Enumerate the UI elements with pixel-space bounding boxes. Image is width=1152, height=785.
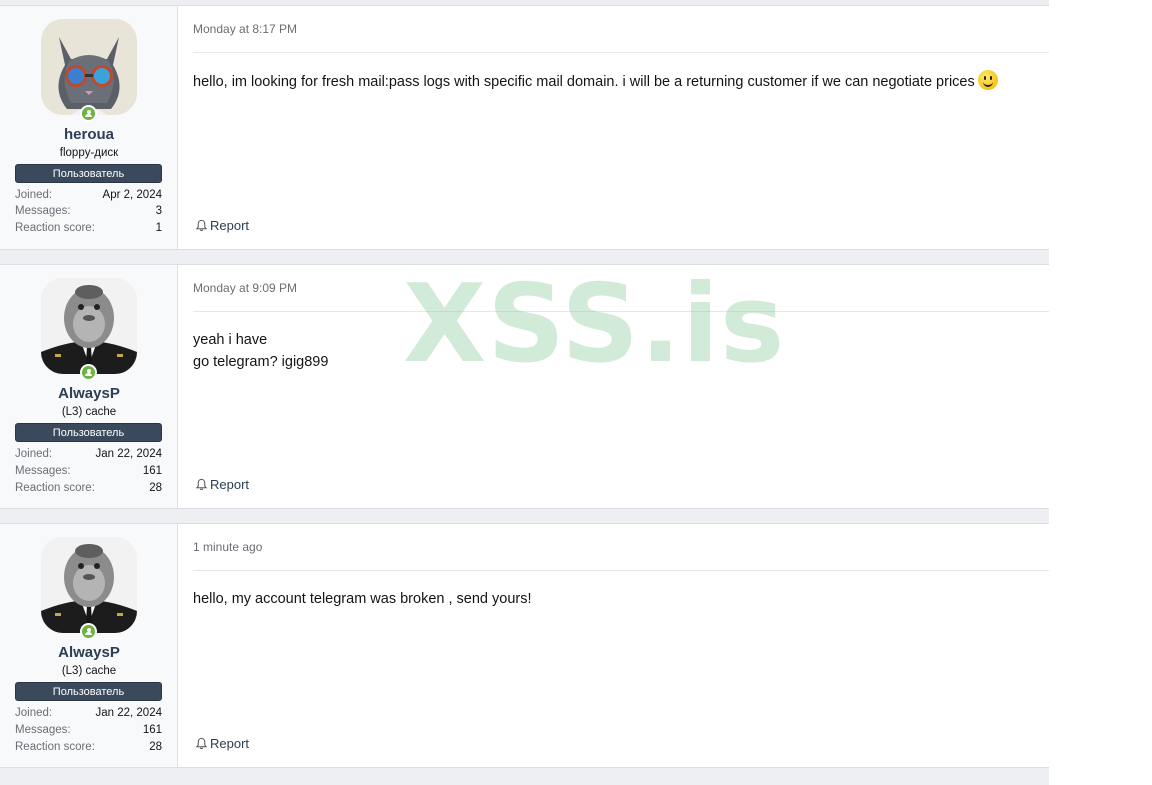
stat-joined: Joined: Apr 2, 2024 <box>15 189 162 201</box>
stat-label: Joined: <box>15 448 53 460</box>
stat-reaction-score: Reaction score: 28 <box>15 741 162 753</box>
report-label: Report <box>210 736 250 751</box>
username[interactable]: AlwaysP <box>0 385 178 402</box>
post-date[interactable]: Monday at 9:09 PM <box>193 281 297 295</box>
smiley-icon <box>977 70 998 90</box>
stat-label: Reaction score: <box>15 482 95 494</box>
online-status-icon <box>80 364 97 381</box>
stat-value: Jan 22, 2024 <box>95 707 162 719</box>
message-post: AlwaysP (L3) cache Пользователь Joined: … <box>0 523 1049 768</box>
divider <box>193 570 1049 571</box>
stat-value[interactable]: 3 <box>156 205 162 217</box>
stat-label: Messages: <box>15 724 71 736</box>
stat-messages: Messages: 161 <box>15 465 162 477</box>
bell-icon <box>195 478 208 491</box>
user-panel: AlwaysP (L3) cache Пользователь Joined: … <box>0 265 178 508</box>
user-panel: AlwaysP (L3) cache Пользователь Joined: … <box>0 524 178 767</box>
report-link[interactable]: Report <box>195 736 249 751</box>
stat-label: Reaction score: <box>15 741 95 753</box>
gorilla-in-suit-avatar-icon <box>41 278 137 374</box>
user-banner: Пользователь <box>15 423 162 442</box>
online-status-icon <box>80 623 97 640</box>
gorilla-in-suit-avatar-icon <box>41 537 137 633</box>
avatar[interactable] <box>41 537 137 633</box>
user-title: floppy-диск <box>59 147 119 159</box>
user-title: (L3) cache <box>61 406 117 418</box>
stat-messages: Messages: 161 <box>15 724 162 736</box>
post-text-line: hello, my account telegram was broken , … <box>193 591 532 607</box>
stat-reaction-score: Reaction score: 28 <box>15 482 162 494</box>
username[interactable]: AlwaysP <box>0 644 178 661</box>
bell-icon <box>195 219 208 232</box>
user-panel: heroua floppy-диск Пользователь Joined: … <box>0 6 178 249</box>
stat-label: Messages: <box>15 205 71 217</box>
post-body: hello, my account telegram was broken , … <box>193 588 1037 610</box>
post-date[interactable]: Monday at 8:17 PM <box>193 22 297 36</box>
cat-with-glasses-avatar-icon <box>41 19 137 115</box>
user-banner: Пользователь <box>15 682 162 701</box>
stat-label: Joined: <box>15 707 53 719</box>
stat-label: Joined: <box>15 189 53 201</box>
stat-label: Reaction score: <box>15 222 95 234</box>
post-main: Monday at 8:17 PM hello, im looking for … <box>178 6 1049 249</box>
username[interactable]: heroua <box>0 126 178 143</box>
report-link[interactable]: Report <box>195 477 249 492</box>
avatar[interactable] <box>41 278 137 374</box>
report-link[interactable]: Report <box>195 218 249 233</box>
stat-messages: Messages: 3 <box>15 205 162 217</box>
stat-value: Apr 2, 2024 <box>102 189 162 201</box>
post-text-line: hello, im looking for fresh mail:pass lo… <box>193 74 975 90</box>
post-body: hello, im looking for fresh mail:pass lo… <box>193 70 1037 93</box>
stat-joined: Joined: Jan 22, 2024 <box>15 707 162 719</box>
watermark: XSS.is <box>403 262 786 387</box>
stat-value: 1 <box>155 222 162 234</box>
bell-icon <box>195 737 208 750</box>
post-date[interactable]: 1 minute ago <box>193 540 262 554</box>
stat-value: 28 <box>149 741 162 753</box>
report-label: Report <box>210 477 250 492</box>
avatar[interactable] <box>41 19 137 115</box>
user-title: (L3) cache <box>61 665 117 677</box>
report-label: Report <box>210 218 250 233</box>
stat-value[interactable]: 161 <box>143 724 162 736</box>
stat-label: Messages: <box>15 465 71 477</box>
user-banner: Пользователь <box>15 164 162 183</box>
stat-value: 28 <box>149 482 162 494</box>
stat-value: Jan 22, 2024 <box>95 448 162 460</box>
stat-joined: Joined: Jan 22, 2024 <box>15 448 162 460</box>
message-post: heroua floppy-диск Пользователь Joined: … <box>0 5 1049 250</box>
stat-reaction-score: Reaction score: 1 <box>15 222 162 234</box>
post-main: 1 minute ago hello, my account telegram … <box>178 524 1049 767</box>
stat-value[interactable]: 161 <box>143 465 162 477</box>
divider <box>193 52 1049 53</box>
online-status-icon <box>80 105 97 122</box>
